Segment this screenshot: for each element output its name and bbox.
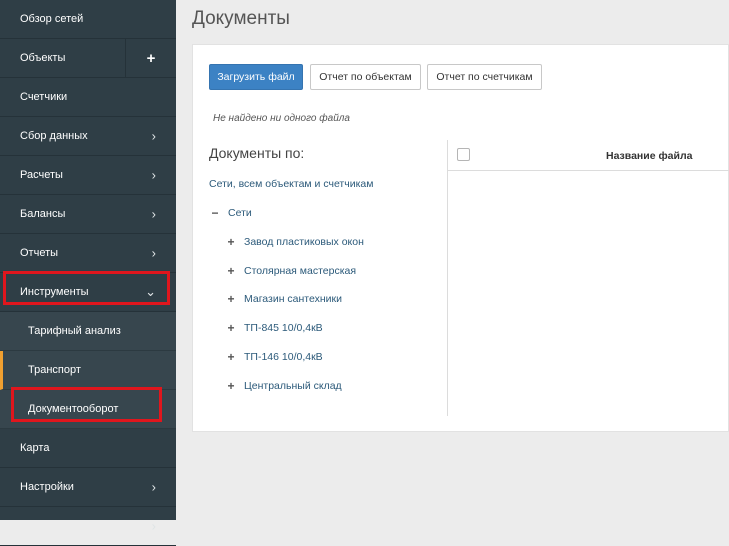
sidebar-item-label: Инструменты [20, 286, 89, 298]
sidebar-item-more[interactable]: › [0, 507, 176, 546]
tree-node[interactable]: + Центральный склад [226, 379, 342, 393]
sidebar-item-tools[interactable]: Инструменты ⌄ [0, 273, 176, 312]
column-header-filename[interactable]: Название файла [606, 150, 692, 162]
sidebar-item-label: Транспорт [28, 364, 81, 376]
chevron-down-icon: ⌄ [145, 284, 156, 299]
sidebar-item-reports[interactable]: Отчеты › [0, 234, 176, 273]
sidebar-item-calculations[interactable]: Расчеты › [0, 156, 176, 195]
select-all-checkbox[interactable] [457, 148, 470, 161]
chevron-right-icon: › [151, 479, 156, 495]
sidebar-item-label: Обзор сетей [20, 13, 84, 25]
plus-icon[interactable]: + [226, 292, 236, 306]
tree-node[interactable]: + Магазин сантехники [226, 292, 342, 306]
sidebar-item-label: Счетчики [20, 91, 68, 103]
plus-icon[interactable]: + [226, 350, 236, 364]
tree-node-label: Сети [228, 207, 252, 219]
tree-node[interactable]: + ТП-146 10/0,4кВ [226, 350, 323, 364]
upload-file-button[interactable]: Загрузить файл [209, 64, 303, 90]
sidebar-subitem-transport[interactable]: Транспорт [0, 351, 176, 390]
files-table-header: Название файла [448, 140, 729, 171]
chevron-right-icon: › [151, 245, 156, 261]
tree-all-link[interactable]: Сети, всем объектам и счетчикам [209, 178, 373, 190]
chevron-right-icon: › [151, 206, 156, 222]
sidebar-item-map[interactable]: Карта [0, 429, 176, 468]
sidebar-item-label: Балансы [20, 208, 66, 220]
sidebar-item-label: Документооборот [28, 403, 119, 415]
minus-icon[interactable]: − [210, 206, 220, 220]
plus-icon[interactable]: + [226, 264, 236, 278]
tree-node-label: ТП-845 10/0,4кВ [244, 322, 323, 334]
plus-icon[interactable]: + [226, 379, 236, 393]
chevron-right-icon: › [151, 167, 156, 183]
sidebar: Обзор сетей Объекты + Счетчики Сбор данн… [0, 0, 176, 546]
tree-node-label: Магазин сантехники [244, 293, 342, 305]
plus-icon[interactable]: + [226, 235, 236, 249]
sidebar-item-label: Расчеты [20, 169, 63, 181]
chevron-right-icon: › [151, 518, 156, 534]
tree-node[interactable]: + Столярная мастерская [226, 264, 356, 278]
sidebar-item-balances[interactable]: Балансы › [0, 195, 176, 234]
tree-heading: Документы по: [209, 145, 305, 161]
report-by-objects-button[interactable]: Отчет по объектам [310, 64, 421, 90]
chevron-right-icon: › [151, 128, 156, 144]
tree-node[interactable]: + ТП-845 10/0,4кВ [226, 321, 323, 335]
tree-node-networks[interactable]: − Сети [210, 206, 252, 220]
sidebar-item-label: Тарифный анализ [28, 325, 121, 337]
tree-node-label: Центральный склад [244, 380, 342, 392]
sidebar-item-label: Объекты [20, 52, 66, 64]
sidebar-subitem-document-flow[interactable]: Документооборот [0, 390, 176, 429]
add-object-plus-icon[interactable]: + [125, 39, 176, 77]
documents-panel: Загрузить файл Отчет по объектам Отчет п… [192, 44, 729, 432]
sidebar-subitem-tariff-analysis[interactable]: Тарифный анализ [0, 312, 176, 351]
tree-node-label: Завод пластиковых окон [244, 236, 364, 248]
sidebar-item-meters[interactable]: Счетчики [0, 78, 176, 117]
tree-node-label: Столярная мастерская [244, 265, 357, 277]
column-divider [447, 140, 448, 416]
tree-node[interactable]: + Завод пластиковых окон [226, 235, 364, 249]
sidebar-item-objects[interactable]: Объекты + [0, 39, 176, 78]
sidebar-item-settings[interactable]: Настройки › [0, 468, 176, 507]
sidebar-item-label: Настройки [20, 481, 74, 493]
tree-node-label: ТП-146 10/0,4кВ [244, 351, 323, 363]
sidebar-item-networks-overview[interactable]: Обзор сетей [0, 0, 176, 39]
sidebar-item-label: Отчеты [20, 247, 59, 259]
plus-icon[interactable]: + [226, 321, 236, 335]
sidebar-item-data-collection[interactable]: Сбор данных › [0, 117, 176, 156]
sidebar-item-label: Карта [20, 442, 50, 454]
report-by-meters-button[interactable]: Отчет по счетчикам [427, 64, 542, 90]
no-files-message: Не найдено ни одного файла [213, 113, 350, 124]
sidebar-item-label: Сбор данных [20, 130, 88, 142]
page-title: Документы [192, 8, 290, 29]
